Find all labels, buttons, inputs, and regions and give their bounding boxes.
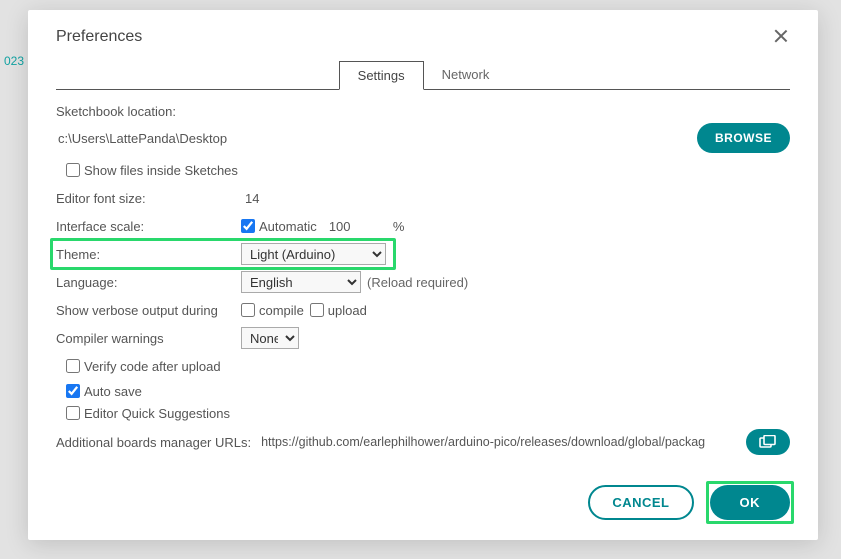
interface-auto-label[interactable]: Automatic [241,219,317,234]
dialog-title: Preferences [56,28,142,46]
expand-urls-button[interactable] [746,429,790,455]
boards-urls-input[interactable] [259,431,738,453]
verbose-label: Show verbose output during [56,303,241,318]
tab-network[interactable]: Network [424,61,508,90]
dialog-header: Preferences [28,10,818,54]
verbose-compile-text: compile [259,303,304,318]
dialog-footer: CANCEL OK [28,469,818,540]
preferences-dialog: Preferences Settings Network Sketchbook … [28,10,818,540]
boards-urls-label: Additional boards manager URLs: [56,435,251,450]
interface-auto-checkbox[interactable] [241,219,255,233]
close-icon[interactable] [772,28,790,46]
settings-panel: Sketchbook location: BROWSE Show files i… [28,90,818,469]
theme-select[interactable]: Light (Arduino) [241,243,386,265]
theme-label: Theme: [56,247,241,262]
sketchbook-path-input[interactable] [56,127,687,150]
font-size-input[interactable] [241,189,291,208]
cancel-button[interactable]: CANCEL [588,485,693,520]
autosave-label[interactable]: Auto save [66,384,142,399]
autosave-text: Auto save [84,384,142,399]
verbose-compile-checkbox[interactable] [241,303,255,317]
verbose-compile-label[interactable]: compile [241,303,304,318]
show-files-checkbox-label[interactable]: Show files inside Sketches [66,163,238,178]
expand-icon [759,435,777,449]
interface-scale-pct: % [393,219,405,234]
interface-scale-input[interactable] [325,217,375,236]
quick-suggestions-checkbox[interactable] [66,406,80,420]
browse-button[interactable]: BROWSE [697,123,790,153]
reload-note: (Reload required) [367,275,468,290]
show-files-text: Show files inside Sketches [84,163,238,178]
quick-suggestions-text: Editor Quick Suggestions [84,406,230,421]
verify-text: Verify code after upload [84,359,221,374]
tab-settings[interactable]: Settings [339,61,424,90]
language-label: Language: [56,275,241,290]
interface-auto-text: Automatic [259,219,317,234]
verbose-upload-label[interactable]: upload [310,303,367,318]
interface-scale-label: Interface scale: [56,219,241,234]
compiler-warnings-label: Compiler warnings [56,331,241,346]
autosave-checkbox[interactable] [66,384,80,398]
verbose-upload-checkbox[interactable] [310,303,324,317]
compiler-warnings-select[interactable]: None [241,327,299,349]
verify-checkbox[interactable] [66,359,80,373]
language-select[interactable]: English [241,271,361,293]
verify-label[interactable]: Verify code after upload [66,359,221,374]
sketchbook-label: Sketchbook location: [56,104,790,119]
quick-suggestions-label[interactable]: Editor Quick Suggestions [66,406,230,421]
font-size-label: Editor font size: [56,191,241,206]
verbose-upload-text: upload [328,303,367,318]
tabs: Settings Network [56,60,790,90]
ok-button[interactable]: OK [710,485,791,520]
show-files-checkbox[interactable] [66,163,80,177]
